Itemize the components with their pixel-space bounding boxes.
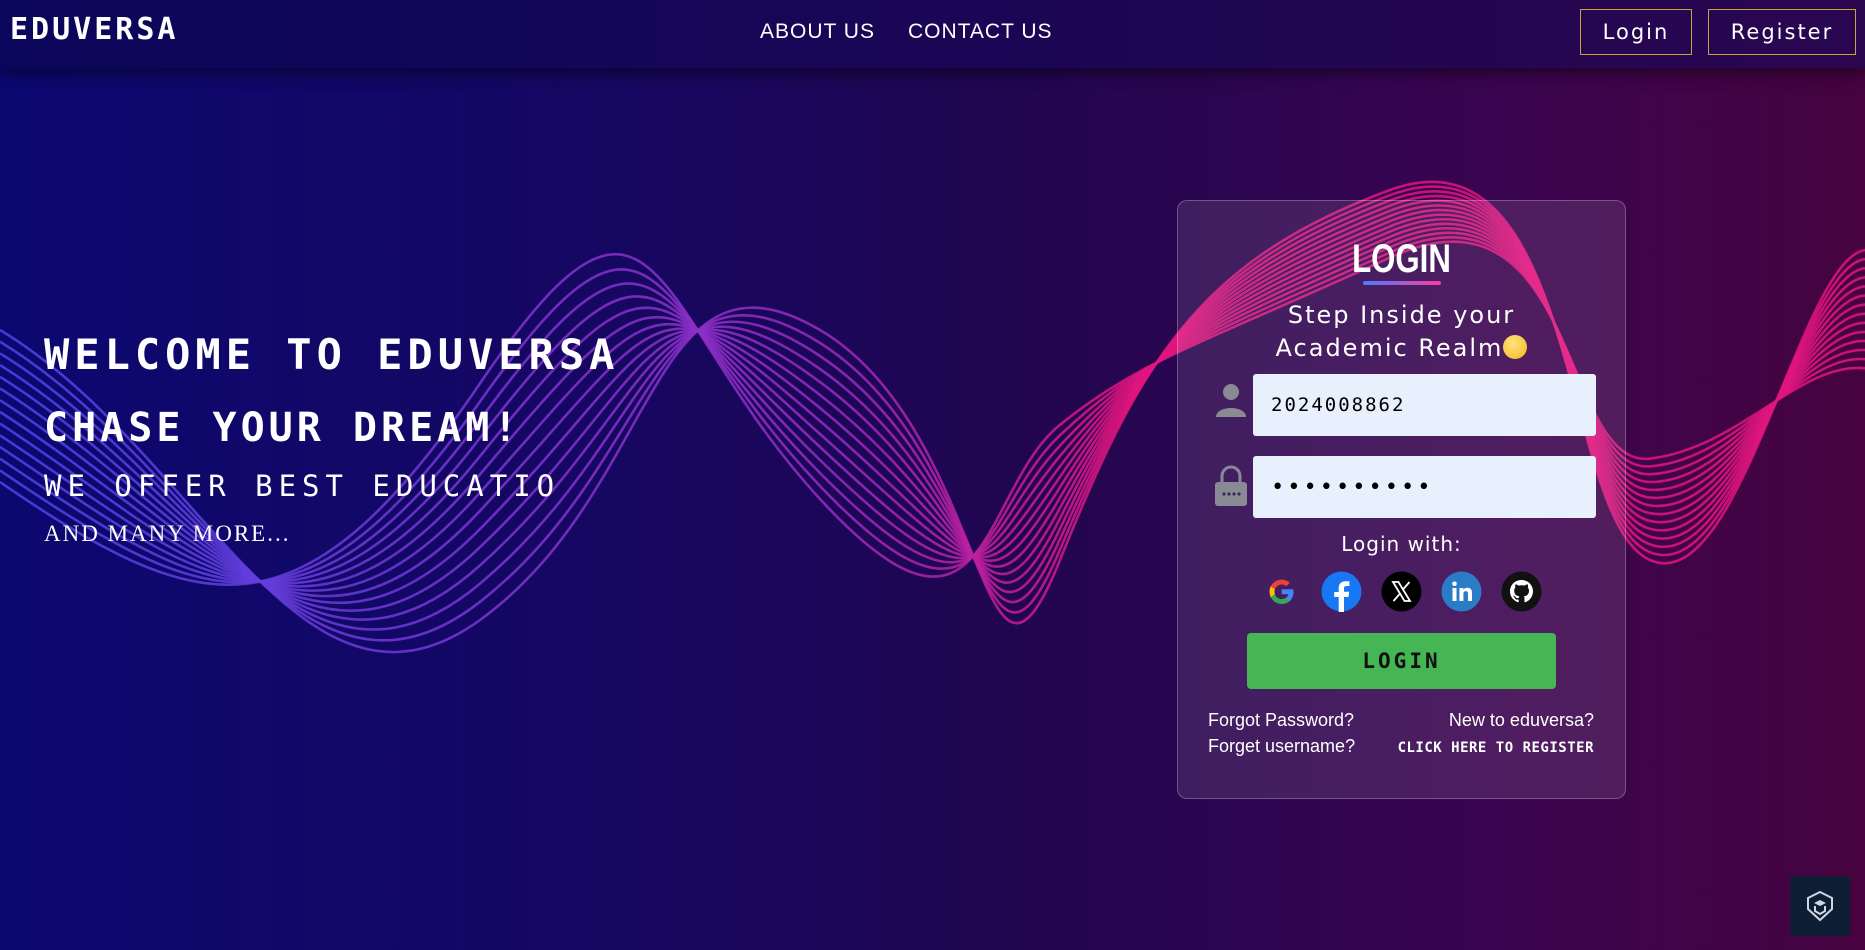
login-with-label: Login with: <box>1341 532 1462 556</box>
hero-welcome-heading: WELCOME TO EDUVERSA <box>44 330 620 379</box>
smile-emoji-icon <box>1503 335 1528 359</box>
header-login-button[interactable]: Login <box>1580 9 1692 55</box>
x-icon[interactable] <box>1381 571 1422 612</box>
nav-about-us[interactable]: ABOUT US <box>760 20 875 44</box>
facebook-icon[interactable] <box>1321 571 1362 612</box>
login-card-subtitle: Step Inside your Academic Realm <box>1178 299 1625 365</box>
hero-more-text: AND MANY MORE... <box>44 521 291 546</box>
forgot-username-link[interactable]: Forget username? <box>1208 733 1355 759</box>
title-underline <box>1363 281 1441 285</box>
click-here-to-register-link[interactable]: CLICK HERE TO REGISTER <box>1398 735 1594 761</box>
hero-offer-text: WE OFFER BEST EDUCATIO <box>44 469 561 503</box>
password-input[interactable] <box>1253 456 1596 518</box>
shield-badge-icon <box>1807 890 1833 922</box>
login-submit-button[interactable]: LOGIN <box>1247 633 1556 689</box>
hero-text: WELCOME TO EDUVERSA CHASE YOUR DREAM! WE… <box>44 330 619 547</box>
main-nav: ABOUT US CONTACT US <box>760 20 1053 44</box>
lock-icon <box>1215 465 1247 506</box>
user-icon <box>1216 384 1246 417</box>
google-icon[interactable] <box>1261 571 1302 612</box>
subtitle-line-1: Step Inside your <box>1287 301 1516 329</box>
username-input[interactable] <box>1253 374 1596 436</box>
top-navbar: EDUVERSA ABOUT US CONTACT US Login Regis… <box>0 0 1865 68</box>
linkedin-icon[interactable] <box>1441 571 1482 612</box>
floating-shield-widget[interactable] <box>1790 876 1850 936</box>
nav-contact-us[interactable]: CONTACT US <box>908 20 1053 44</box>
login-card: LOGIN Step Inside your Academic Realm Lo… <box>1177 200 1626 799</box>
new-to-eduversa-text: New to eduversa? <box>1448 710 1594 730</box>
github-icon[interactable] <box>1501 571 1542 612</box>
social-login-row <box>1261 571 1542 612</box>
hero-tagline: CHASE YOUR DREAM! <box>44 405 522 451</box>
header-register-button[interactable]: Register <box>1708 9 1856 55</box>
subtitle-line-2: Academic Realm <box>1275 334 1504 362</box>
site-logo[interactable]: EDUVERSA <box>10 12 179 47</box>
register-links: New to eduversa? CLICK HERE TO REGISTER <box>1398 707 1594 761</box>
recovery-links: Forgot Password? Forget username? <box>1208 707 1355 759</box>
forgot-password-link[interactable]: Forgot Password? <box>1208 707 1355 733</box>
login-card-title: LOGIN <box>1352 237 1451 281</box>
